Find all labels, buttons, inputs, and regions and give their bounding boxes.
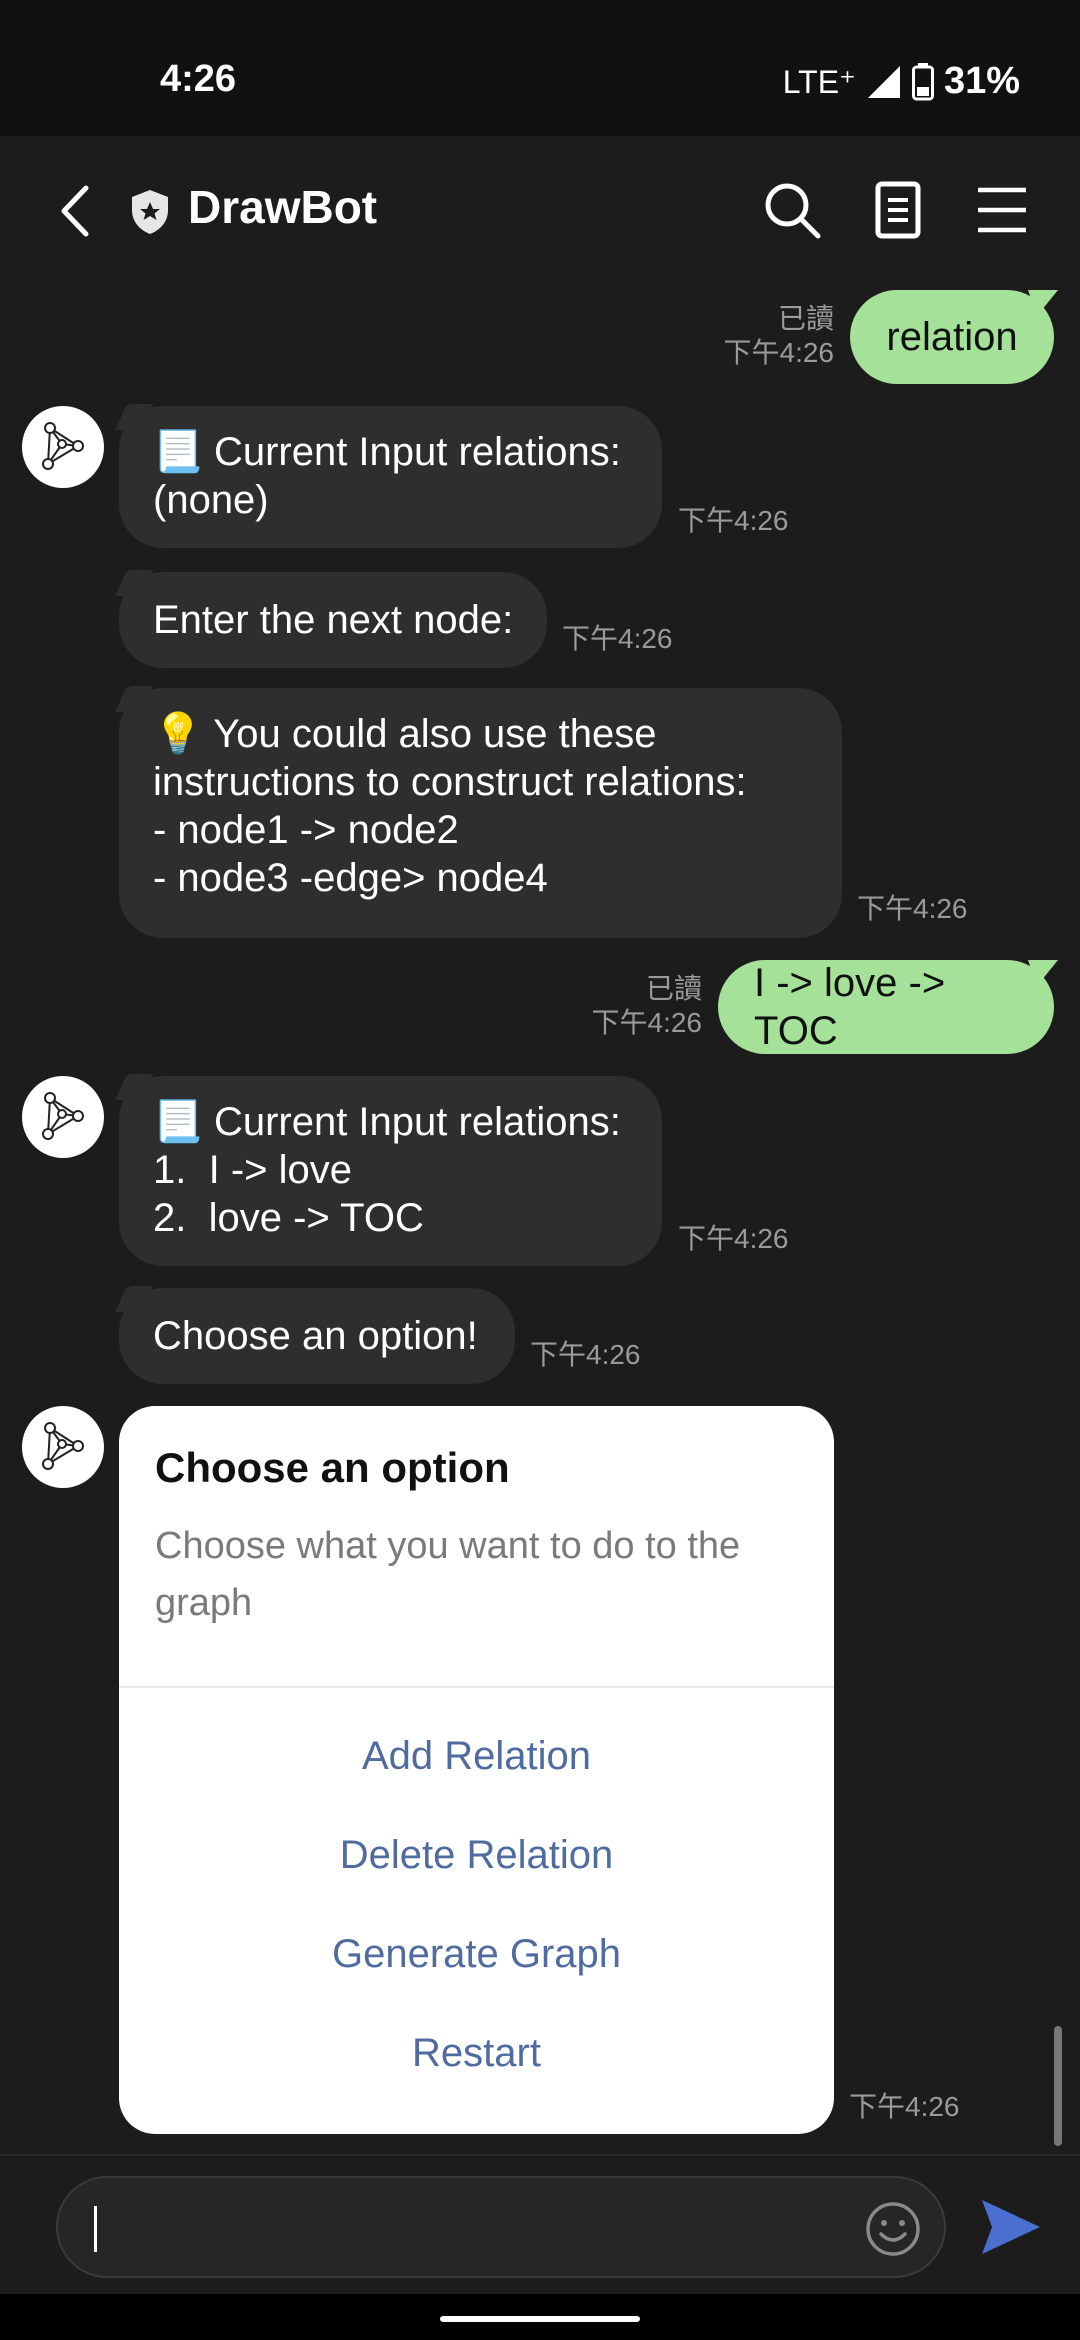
network-type: LTE⁺ <box>782 63 856 100</box>
delete-relation-button[interactable]: Delete Relation <box>119 1833 834 1878</box>
message-time: 下午4:26 <box>857 893 968 924</box>
message-time: 下午4:26 <box>530 1339 641 1370</box>
message-line: Enter the next node: <box>153 598 514 642</box>
message-text: I -> love -> TOC <box>754 961 946 1053</box>
status-time: 4:26 <box>160 58 237 100</box>
message-line: Current Input relations: <box>213 430 621 474</box>
lightbulb-icon: 💡 <box>153 711 203 757</box>
message-line: 1. I -> love <box>153 1148 352 1192</box>
home-indicator[interactable] <box>440 2316 640 2322</box>
send-icon[interactable] <box>978 2194 1044 2260</box>
navigation-bar <box>0 2294 1080 2340</box>
message-text: relation <box>886 315 1018 359</box>
bot-avatar[interactable] <box>22 1076 104 1158</box>
scroll-icon: 📃 <box>153 1099 203 1145</box>
chat-messages[interactable]: 已讀 下午4:26 relation 📃 Current Input relat… <box>0 286 1080 2154</box>
graph-bot-avatar-icon <box>42 1092 84 1140</box>
my-message[interactable]: relation <box>850 290 1054 384</box>
my-message[interactable]: I -> love -> TOC <box>718 960 1054 1054</box>
message-time: 下午4:26 <box>678 1223 789 1254</box>
bot-avatar[interactable] <box>22 1406 104 1488</box>
message-line: Current Input relations: <box>213 1100 621 1144</box>
chat-header: DrawBot <box>0 136 1080 286</box>
notes-icon[interactable] <box>866 178 930 242</box>
battery-percent: 31% <box>943 60 1020 102</box>
message-line: You could also use these <box>213 712 657 756</box>
read-receipt: 已讀 下午4:26 <box>723 303 835 368</box>
chat-title: DrawBot <box>188 181 378 233</box>
card-description: Choose what you want to do to the graph <box>155 1525 741 1624</box>
message-line: 2. love -> TOC <box>153 1196 424 1240</box>
emoji-icon[interactable] <box>864 2200 922 2258</box>
message-time: 下午4:26 <box>562 623 673 654</box>
message-input[interactable] <box>56 2176 946 2278</box>
signal-icon <box>867 65 900 98</box>
card-divider <box>119 1686 834 1688</box>
message-line: - node3 -edge> node4 <box>153 856 548 900</box>
bot-avatar[interactable] <box>22 406 104 488</box>
scroll-icon: 📃 <box>153 429 203 475</box>
restart-button[interactable]: Restart <box>119 2031 834 2076</box>
menu-icon[interactable] <box>970 178 1034 242</box>
bot-message[interactable]: 💡 You could also use these instructions … <box>119 688 842 938</box>
battery-icon <box>911 62 934 100</box>
back-arrow-icon[interactable] <box>50 176 100 246</box>
graph-bot-avatar-icon <box>42 422 84 470</box>
search-icon[interactable] <box>760 178 824 242</box>
bot-message[interactable]: 📃 Current Input relations: (none) <box>119 406 662 548</box>
message-time: 下午4:26 <box>678 505 789 536</box>
read-receipt: 已讀 下午4:26 <box>591 973 703 1038</box>
message-line: instructions to construct relations: <box>153 760 747 804</box>
add-relation-button[interactable]: Add Relation <box>119 1734 834 1779</box>
bot-message[interactable]: Enter the next node: <box>119 572 547 668</box>
shield-icon <box>132 190 168 234</box>
generate-graph-button[interactable]: Generate Graph <box>119 1932 834 1977</box>
bot-message[interactable]: 📃 Current Input relations: 1. I -> love … <box>119 1076 662 1266</box>
input-bar <box>0 2154 1080 2294</box>
status-bar: 4:26 LTE⁺ 31% <box>0 0 1080 136</box>
card-title: Choose an option <box>155 1444 510 1491</box>
message-line: (none) <box>153 478 269 522</box>
graph-bot-avatar-icon <box>42 1422 84 1470</box>
scrollbar[interactable] <box>1054 2026 1062 2146</box>
status-indicators: LTE⁺ 31% <box>783 60 1020 103</box>
message-line: Choose an option! <box>153 1314 478 1358</box>
text-caret <box>94 2206 97 2252</box>
options-card: Choose an option Choose what you want to… <box>119 1406 834 2134</box>
message-line: - node1 -> node2 <box>153 808 459 852</box>
message-time: 下午4:26 <box>849 2091 960 2122</box>
bot-message[interactable]: Choose an option! <box>119 1288 515 1384</box>
